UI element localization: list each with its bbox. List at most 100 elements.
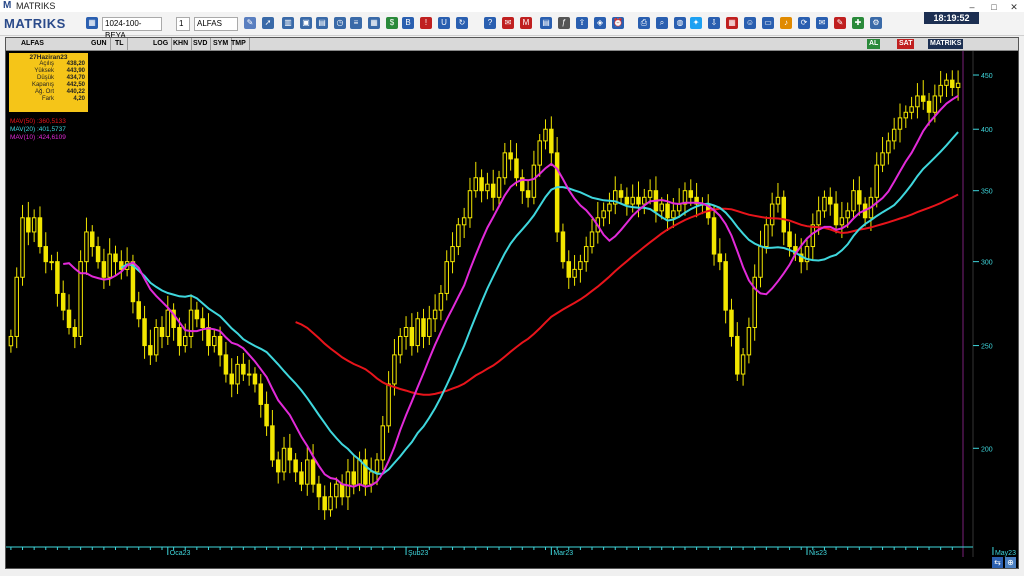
news-icon[interactable]: ✉ xyxy=(502,17,514,29)
candle-body xyxy=(746,327,752,356)
window-icon[interactable]: ▣ xyxy=(300,17,312,29)
bell-icon[interactable]: ♪ xyxy=(780,17,792,29)
title-bar: M MATRIKS – □ ✕ xyxy=(0,0,1024,12)
y-tick-label: 250 xyxy=(981,344,993,351)
search-icon[interactable]: ⌕ xyxy=(656,17,668,29)
candle-body xyxy=(769,203,775,226)
ohlc-info-box: 27Haziran23 Açılış 438,20 Yüksek 443,90 Dü… xyxy=(9,53,88,112)
cursor-icon[interactable]: ➚ xyxy=(262,17,274,29)
candle-body xyxy=(293,459,298,473)
candle-body xyxy=(415,318,420,347)
save-icon[interactable]: ▦ xyxy=(86,17,98,29)
candle-body xyxy=(246,373,252,376)
candle-body xyxy=(630,196,635,205)
candle-body xyxy=(839,217,845,226)
print-icon[interactable]: ⎙ xyxy=(638,17,650,29)
export-icon[interactable]: ⇪ xyxy=(576,17,588,29)
bold-icon[interactable]: B xyxy=(402,17,414,29)
table-icon[interactable]: ▦ xyxy=(368,17,380,29)
window-title: MATRIKS xyxy=(16,1,56,11)
tab-svd[interactable]: SVD xyxy=(190,38,212,50)
candle-body xyxy=(909,106,914,113)
candle-body xyxy=(409,327,415,347)
screen-icon[interactable]: ▭ xyxy=(762,17,774,29)
alarm-icon[interactable]: ⏰ xyxy=(612,17,624,29)
y-tick-label: 200 xyxy=(981,446,993,453)
candle-body xyxy=(554,152,560,233)
help-icon[interactable]: ? xyxy=(484,17,496,29)
candle-body xyxy=(781,196,787,233)
candle-body xyxy=(20,217,25,278)
candle-body xyxy=(845,210,850,219)
list-icon[interactable]: ≡ xyxy=(350,17,362,29)
candle-body xyxy=(665,203,670,219)
candle-body xyxy=(287,447,293,461)
candle-body xyxy=(560,231,566,263)
window-number-select[interactable]: 1 xyxy=(176,17,190,31)
candle-body xyxy=(479,177,484,192)
layout-select[interactable]: 1024-100-BEYA xyxy=(102,17,162,40)
candle-body xyxy=(374,459,380,473)
candle-body xyxy=(368,471,374,485)
candle-body xyxy=(833,203,839,226)
candle-body xyxy=(764,224,769,248)
candle-body xyxy=(758,246,763,278)
candle-body xyxy=(537,140,542,166)
chart-icon[interactable]: ▥ xyxy=(282,17,294,29)
tools-icon[interactable]: ✚ xyxy=(852,17,864,29)
notes-icon[interactable]: ✎ xyxy=(834,17,846,29)
sync-icon[interactable]: ⟳ xyxy=(798,17,810,29)
calculator-icon[interactable]: ▦ xyxy=(726,17,738,29)
tab-gun[interactable]: GUN xyxy=(88,38,111,50)
draw-icon[interactable]: ✎ xyxy=(244,17,256,29)
map-icon[interactable]: ◈ xyxy=(594,17,606,29)
matriks-logo-icon: M xyxy=(3,0,12,11)
candle-body xyxy=(659,203,664,212)
price-chart[interactable]: 450 400 350 300 250 200 Oca23 Şub23 Mar23 Nis23 Ma… xyxy=(6,51,1018,557)
candle-body xyxy=(450,246,455,263)
candle-body xyxy=(583,246,589,263)
maximize-icon[interactable]: □ xyxy=(988,2,1000,12)
minimize-icon[interactable]: – xyxy=(966,2,978,12)
grid-icon[interactable]: ▤ xyxy=(316,17,328,29)
unit-icon[interactable]: U xyxy=(438,17,450,29)
tab-khn[interactable]: KHN xyxy=(170,38,193,50)
candle-body xyxy=(55,261,60,294)
tab-tmp[interactable]: TMP xyxy=(228,38,250,50)
people-icon[interactable]: ☺ xyxy=(744,17,756,29)
main-toolbar: MATRIKS ▦ 1024-100-BEYA 1 ALFAS ✎ ➚ ▥ ▣ … xyxy=(0,12,1024,40)
candle-body xyxy=(711,217,717,255)
symbol-select[interactable]: ALFAS xyxy=(194,17,238,31)
settings-icon[interactable]: ⚙ xyxy=(870,17,882,29)
twitter-icon[interactable]: ✦ xyxy=(690,17,702,29)
money-icon[interactable]: $ xyxy=(386,17,398,29)
scroll-controls[interactable]: ⇆ ⊕ xyxy=(990,557,1018,568)
candle-body xyxy=(322,496,327,511)
candle-body xyxy=(752,276,757,329)
candle-body xyxy=(200,318,205,329)
candle-body xyxy=(461,217,467,226)
zoom-icon[interactable]: ⊕ xyxy=(1005,557,1016,568)
sell-badge[interactable]: SAT xyxy=(897,39,915,49)
mail-icon[interactable]: M xyxy=(520,17,532,29)
x-tick-label: Oca23 xyxy=(170,550,191,557)
close-icon[interactable]: ✕ xyxy=(1008,2,1020,12)
tab-tl[interactable]: TL xyxy=(112,38,128,50)
candle-body xyxy=(618,190,624,198)
download-icon[interactable]: ⇩ xyxy=(708,17,720,29)
tab-log[interactable]: LOG xyxy=(150,38,173,50)
candle-body xyxy=(37,217,43,248)
alert-icon[interactable]: ! xyxy=(420,17,432,29)
candle-body xyxy=(891,128,897,142)
candle-body xyxy=(578,261,583,270)
scroll-icon[interactable]: ⇆ xyxy=(992,557,1003,568)
formula-icon[interactable]: ƒ xyxy=(558,17,570,29)
clock-icon[interactable]: ◷ xyxy=(334,17,346,29)
candle-body xyxy=(339,483,345,498)
candle-body xyxy=(305,459,310,485)
buy-badge[interactable]: AL xyxy=(867,39,881,49)
globe-icon[interactable]: ◍ xyxy=(674,17,686,29)
message-icon[interactable]: ✉ xyxy=(816,17,828,29)
refresh-icon[interactable]: ↻ xyxy=(456,17,468,29)
calendar-icon[interactable]: ▤ xyxy=(540,17,552,29)
